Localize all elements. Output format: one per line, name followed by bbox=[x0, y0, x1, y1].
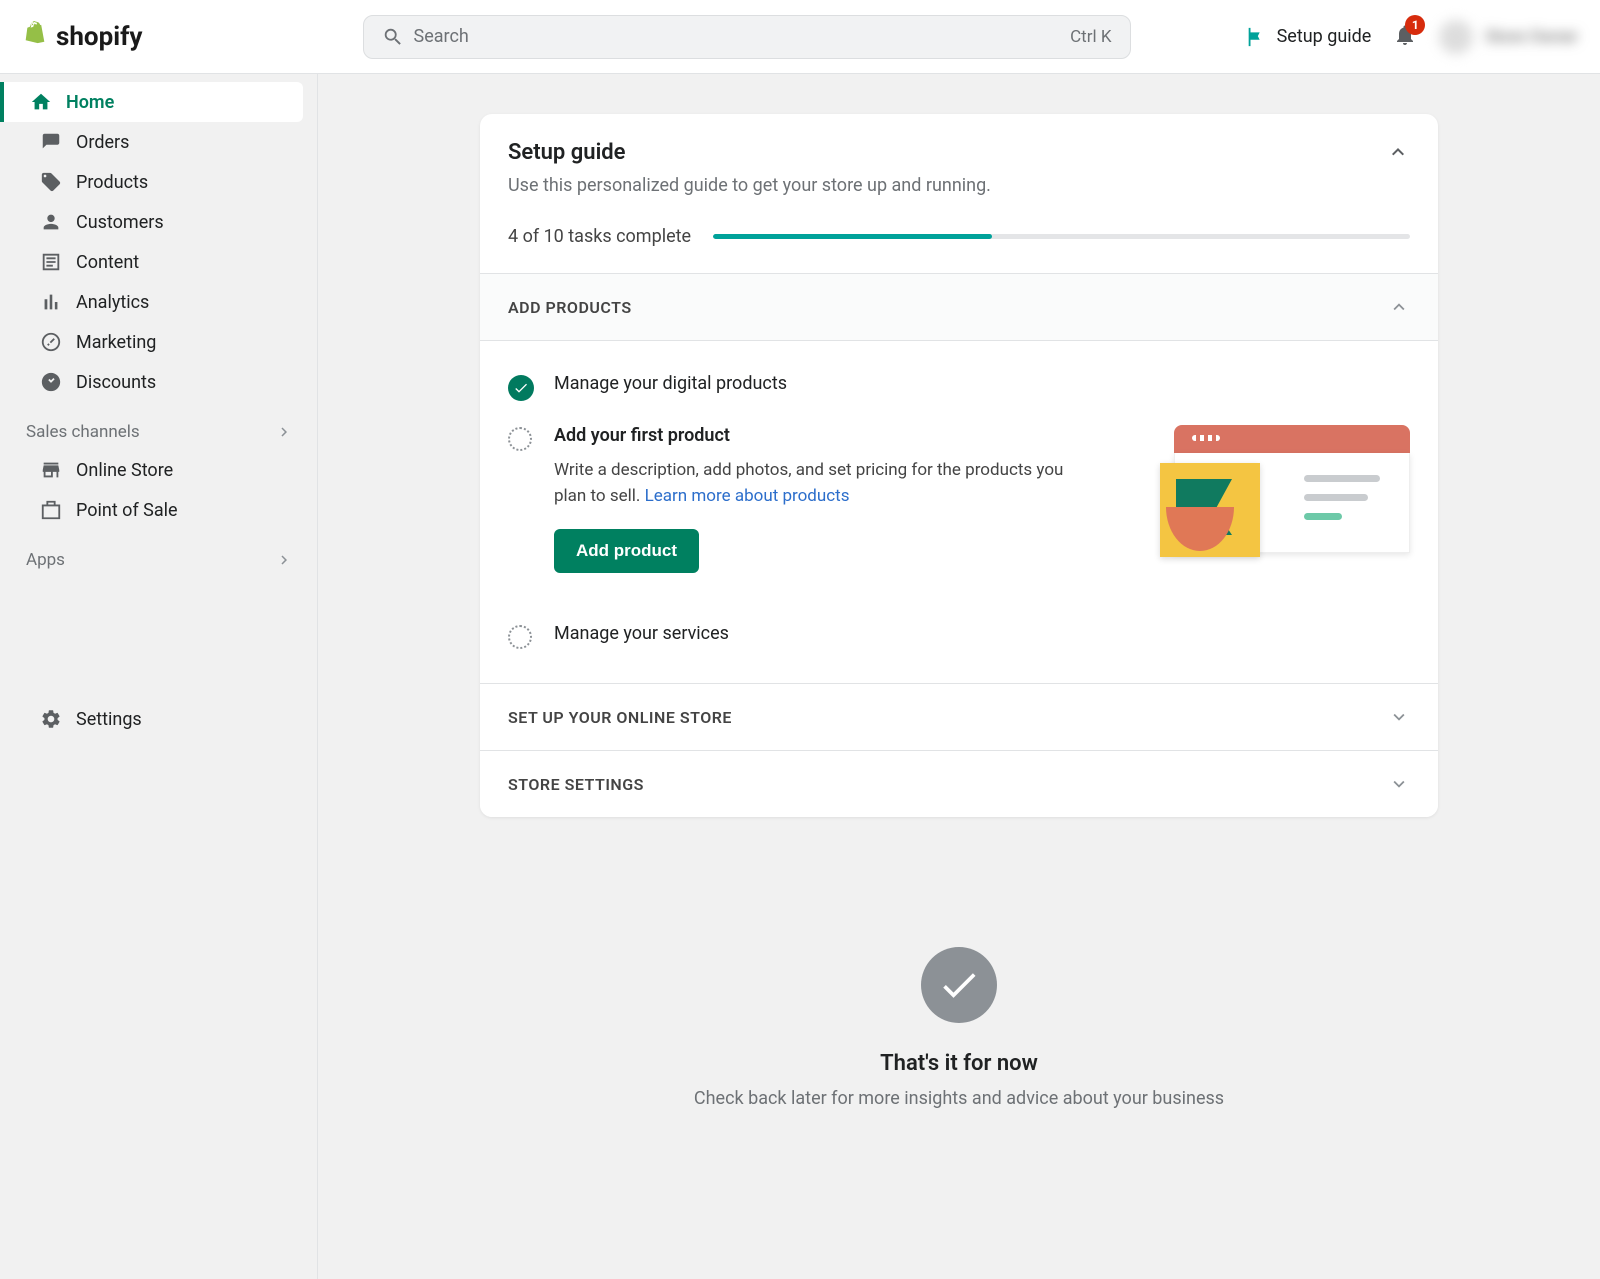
sidebar-item-home[interactable]: Home bbox=[0, 82, 303, 122]
search-placeholder: Search bbox=[414, 26, 1071, 47]
discounts-icon bbox=[40, 371, 62, 393]
sales-channels-header[interactable]: Sales channels bbox=[0, 402, 317, 450]
learn-more-link[interactable]: Learn more about products bbox=[645, 486, 850, 506]
logo-text: shopify bbox=[56, 22, 143, 52]
gear-icon bbox=[40, 708, 62, 730]
task-manage-services[interactable]: Manage your services bbox=[508, 611, 1410, 663]
chevron-right-icon bbox=[275, 551, 293, 569]
topbar: shopify Search Ctrl K Setup guide 1 Stor… bbox=[0, 0, 1600, 74]
marketing-icon bbox=[40, 331, 62, 353]
search-shortcut: Ctrl K bbox=[1070, 27, 1111, 47]
setup-guide-title: Setup guide bbox=[508, 140, 1386, 165]
dotted-circle-icon bbox=[508, 625, 532, 649]
empty-state-text: Check back later for more insights and a… bbox=[480, 1088, 1438, 1109]
content-icon bbox=[40, 251, 62, 273]
section-head-online-store[interactable]: SET UP YOUR ONLINE STORE bbox=[480, 684, 1438, 750]
shopify-logo[interactable]: shopify bbox=[22, 21, 143, 53]
sidebar-item-products[interactable]: Products bbox=[10, 162, 307, 202]
chevron-up-icon bbox=[1388, 296, 1410, 318]
product-illustration bbox=[1160, 425, 1410, 565]
setup-guide-subtitle: Use this personalized guide to get your … bbox=[508, 175, 1386, 196]
add-product-button[interactable]: Add product bbox=[554, 529, 699, 573]
notifications-button[interactable]: 1 bbox=[1393, 23, 1417, 51]
chevron-up-icon[interactable] bbox=[1386, 140, 1410, 164]
sidebar-item-online-store[interactable]: Online Store bbox=[10, 450, 307, 490]
orders-icon bbox=[40, 131, 62, 153]
sidebar-item-settings[interactable]: Settings bbox=[10, 699, 307, 739]
empty-state-title: That's it for now bbox=[480, 1051, 1438, 1076]
pos-icon bbox=[40, 499, 62, 521]
setup-guide-card: Setup guide Use this personalized guide … bbox=[480, 114, 1438, 817]
search-input[interactable]: Search Ctrl K bbox=[363, 15, 1131, 59]
empty-state: That's it for now Check back later for m… bbox=[480, 947, 1438, 1109]
sidebar: Home Orders Products Customers Content A… bbox=[0, 74, 318, 1279]
avatar bbox=[1439, 20, 1473, 54]
task-description: Write a description, add photos, and set… bbox=[554, 458, 1074, 509]
task-manage-digital-products[interactable]: Manage your digital products bbox=[508, 361, 1410, 413]
task-add-first-product[interactable]: Add your first product Write a descripti… bbox=[508, 413, 1410, 585]
notification-badge: 1 bbox=[1405, 15, 1425, 35]
sidebar-item-content[interactable]: Content bbox=[10, 242, 307, 282]
search-icon bbox=[382, 26, 404, 48]
section-head-add-products[interactable]: ADD PRODUCTS bbox=[480, 274, 1438, 340]
chevron-down-icon bbox=[1388, 773, 1410, 795]
sidebar-item-point-of-sale[interactable]: Point of Sale bbox=[10, 490, 307, 530]
analytics-icon bbox=[40, 291, 62, 313]
user-menu[interactable]: Store Owner bbox=[1439, 20, 1578, 54]
home-icon bbox=[30, 91, 52, 113]
sidebar-item-orders[interactable]: Orders bbox=[10, 122, 307, 162]
checkmark-circle-icon bbox=[921, 947, 997, 1023]
progress-fill bbox=[713, 234, 992, 239]
chevron-down-icon bbox=[1388, 706, 1410, 728]
shopify-bag-icon bbox=[22, 21, 50, 53]
setup-guide-link[interactable]: Setup guide bbox=[1245, 26, 1372, 48]
section-head-store-settings[interactable]: STORE SETTINGS bbox=[480, 751, 1438, 817]
sidebar-item-marketing[interactable]: Marketing bbox=[10, 322, 307, 362]
apps-header[interactable]: Apps bbox=[0, 530, 317, 578]
person-icon bbox=[40, 211, 62, 233]
store-icon bbox=[40, 459, 62, 481]
check-circle-icon bbox=[508, 375, 534, 401]
section-setup-online-store: SET UP YOUR ONLINE STORE bbox=[480, 683, 1438, 750]
progress-bar bbox=[713, 234, 1410, 239]
flag-icon bbox=[1245, 26, 1267, 48]
progress-text: 4 of 10 tasks complete bbox=[508, 226, 691, 247]
dotted-circle-icon bbox=[508, 427, 532, 451]
section-store-settings: STORE SETTINGS bbox=[480, 750, 1438, 817]
tag-icon bbox=[40, 171, 62, 193]
section-add-products: ADD PRODUCTS Manage your digital product… bbox=[480, 273, 1438, 683]
main-content: Setup guide Use this personalized guide … bbox=[318, 74, 1600, 1279]
sidebar-item-analytics[interactable]: Analytics bbox=[10, 282, 307, 322]
sidebar-item-discounts[interactable]: Discounts bbox=[10, 362, 307, 402]
sidebar-item-customers[interactable]: Customers bbox=[10, 202, 307, 242]
chevron-right-icon bbox=[275, 423, 293, 441]
